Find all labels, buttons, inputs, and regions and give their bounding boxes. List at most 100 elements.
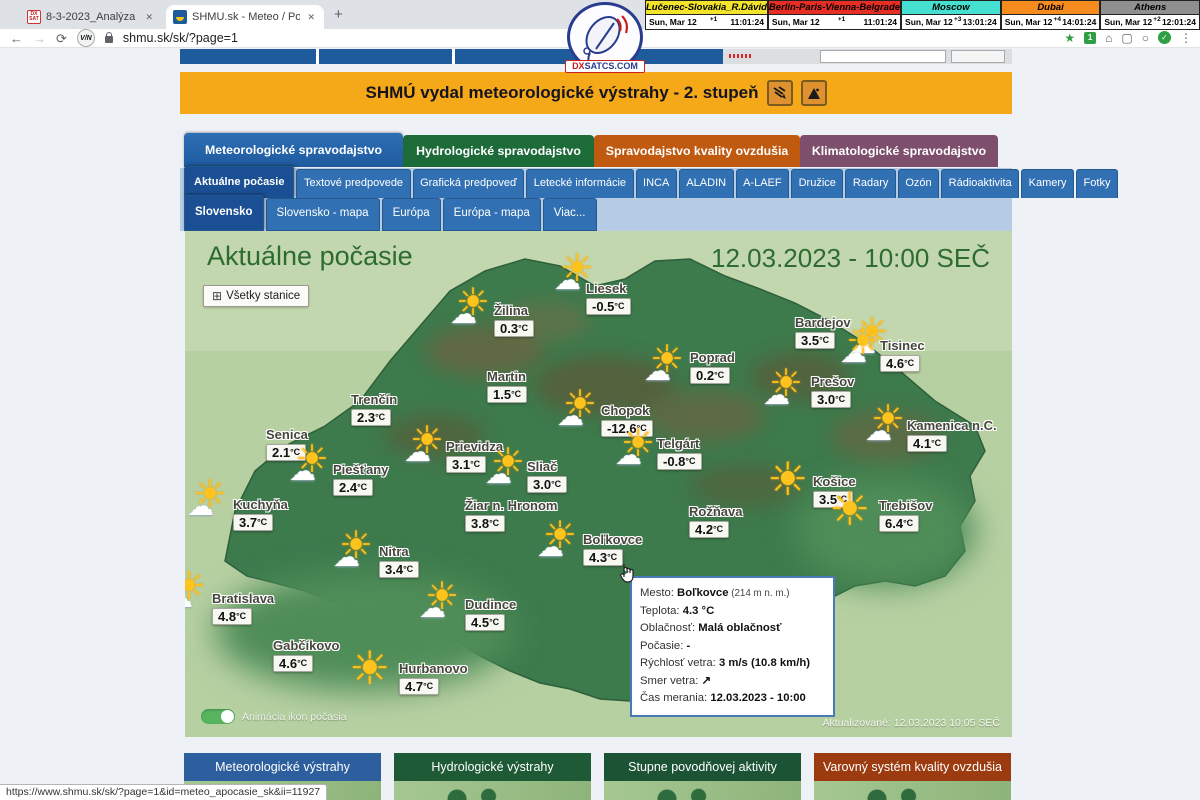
lock-icon[interactable] bbox=[105, 36, 113, 43]
sub-tab[interactable]: Letecké informácie bbox=[526, 169, 633, 198]
bottom-panel[interactable]: Stupne povodňovej aktivity bbox=[604, 753, 801, 800]
station-temperature[interactable]: 4.3°C bbox=[583, 549, 623, 566]
site-search-button[interactable] bbox=[951, 50, 1005, 63]
region-tab[interactable]: Európa - mapa bbox=[443, 198, 541, 231]
weather-station[interactable]: ☀☁Dudince4.5°C bbox=[465, 597, 516, 632]
station-temperature[interactable]: 4.2°C bbox=[689, 521, 729, 538]
temperature-unit: °C bbox=[903, 518, 913, 528]
station-temperature[interactable]: -0.8°C bbox=[657, 453, 702, 470]
url-text[interactable]: shmu.sk/sk/?page=1 bbox=[123, 31, 238, 45]
weather-station[interactable]: ☀☁Boľkovce4.3°C bbox=[583, 532, 642, 567]
sub-tab[interactable]: Družice bbox=[791, 169, 843, 198]
dxsatcs-wordmark: DXSATCS.COM bbox=[565, 60, 645, 73]
main-tab-meteorologické[interactable]: Meteorologické spravodajstvo bbox=[184, 133, 403, 167]
station-temperature[interactable]: 4.5°C bbox=[465, 614, 505, 631]
station-temperature[interactable]: 3.1°C bbox=[446, 456, 486, 473]
weather-station[interactable]: ☀☁Tisinec4.6°C bbox=[880, 338, 925, 373]
shield-check-icon[interactable]: ✓ bbox=[1158, 31, 1171, 44]
station-temperature[interactable]: 4.6°C bbox=[273, 655, 313, 672]
sub-tab[interactable]: Radary bbox=[845, 169, 895, 198]
station-temperature[interactable]: 0.2°C bbox=[690, 367, 730, 384]
weather-station[interactable]: ☀☁Kuchyňa3.7°C bbox=[233, 497, 288, 532]
station-temperature[interactable]: 4.7°C bbox=[399, 678, 439, 695]
sub-tab[interactable]: Ozón bbox=[898, 169, 939, 198]
station-temperature[interactable]: 4.6°C bbox=[880, 355, 920, 372]
station-temperature[interactable]: 4.8°C bbox=[212, 608, 252, 625]
weather-station[interactable]: ☀☁Kamenica n.C.4.1°C bbox=[907, 418, 997, 453]
weather-station[interactable]: ☀Hurbanovo4.7°C bbox=[399, 661, 468, 696]
region-tab[interactable]: Európa bbox=[382, 198, 441, 231]
extension-badge-icon[interactable]: 1 bbox=[1084, 32, 1096, 44]
bottom-panel[interactable]: Hydrologické výstrahy bbox=[394, 753, 591, 800]
bottom-panel-header[interactable]: Varovný systém kvality ovzdušia bbox=[814, 753, 1011, 781]
weather-station[interactable]: ☀Trebišov6.4°C bbox=[879, 498, 932, 533]
weather-station[interactable]: ☀☁Telgárt-0.8°C bbox=[657, 436, 702, 471]
station-temperature[interactable]: 0.3°C bbox=[494, 320, 534, 337]
station-temperature[interactable]: 3.8°C bbox=[465, 515, 505, 532]
station-temperature[interactable]: 3.4°C bbox=[379, 561, 419, 578]
sub-tab[interactable]: Rádioaktivita bbox=[941, 169, 1019, 198]
sub-tab[interactable]: Fotky bbox=[1076, 169, 1118, 198]
weather-station[interactable]: ☀☁Žilina0.3°C bbox=[494, 303, 534, 338]
weather-station[interactable]: ☀☁Piešťany2.4°C bbox=[333, 462, 388, 497]
sub-tab[interactable]: Aktuálne počasie bbox=[184, 166, 294, 198]
station-temperature[interactable]: 2.4°C bbox=[333, 479, 373, 496]
station-temperature[interactable]: 4.1°C bbox=[907, 435, 947, 452]
bookmark-star-icon[interactable]: ★ bbox=[1064, 32, 1075, 44]
all-stations-button[interactable]: ⊞ Všetky stanice bbox=[203, 285, 309, 307]
station-temperature[interactable]: 6.4°C bbox=[879, 515, 919, 532]
weather-station[interactable]: ☀☁Nitra3.4°C bbox=[379, 544, 419, 579]
circle-extension-icon[interactable]: ○ bbox=[1142, 32, 1149, 44]
animation-toggle[interactable]: Animácia ikon počasia bbox=[201, 709, 346, 724]
main-tab-klimatologické[interactable]: Klimatologické spravodajstvo bbox=[800, 135, 998, 167]
close-tab-icon[interactable]: ✕ bbox=[143, 12, 155, 23]
bottom-panel-header[interactable]: Meteorologické výstrahy bbox=[184, 753, 381, 781]
main-tab-hydrologické[interactable]: Hydrologické spravodajstvo bbox=[403, 135, 594, 167]
bottom-panel-header[interactable]: Hydrologické výstrahy bbox=[394, 753, 591, 781]
wind-warning-icon[interactable] bbox=[767, 80, 793, 106]
browser-tab-shmu[interactable]: SHMU.sk - Meteo / Počasie / Hydrol ✕ bbox=[166, 5, 324, 29]
weather-station[interactable]: ☀☁Liesek-0.5°C bbox=[586, 281, 631, 316]
station-temperature[interactable]: 2.3°C bbox=[351, 409, 391, 426]
station-temperature[interactable]: -0.5°C bbox=[586, 298, 631, 315]
main-tab-spravodajstvo[interactable]: Spravodajstvo kvality ovzdušia bbox=[594, 135, 800, 167]
weather-station[interactable]: Martin1.5°C bbox=[487, 369, 527, 404]
new-tab-button[interactable]: + bbox=[334, 6, 343, 23]
weather-station[interactable]: ☀☁Prešov3.0°C bbox=[811, 374, 854, 409]
forward-icon[interactable]: → bbox=[33, 32, 46, 45]
reload-icon[interactable]: ⟳ bbox=[56, 32, 67, 45]
station-temperature[interactable]: 3.5°C bbox=[795, 332, 835, 349]
station-temperature[interactable]: 3.7°C bbox=[233, 514, 273, 531]
weather-station[interactable]: ☀☁Bratislava4.8°C bbox=[212, 591, 274, 626]
station-temperature[interactable]: 3.0°C bbox=[811, 391, 851, 408]
region-tab[interactable]: Slovensko bbox=[184, 195, 264, 231]
weather-station[interactable]: ☀☁Sliač3.0°C bbox=[527, 459, 567, 494]
sub-tab[interactable]: Kamery bbox=[1021, 169, 1074, 198]
weather-map[interactable]: Aktuálne počasie 12.03.2023 - 10:00 SEČ … bbox=[185, 231, 1012, 737]
sub-tab[interactable]: ALADIN bbox=[679, 169, 734, 198]
bottom-panel-header[interactable]: Stupne povodňovej aktivity bbox=[604, 753, 801, 781]
site-search-input[interactable] bbox=[820, 50, 946, 63]
sub-tab[interactable]: Textové predpovede bbox=[296, 169, 410, 198]
sub-tab[interactable]: INCA bbox=[636, 169, 677, 198]
weather-station[interactable]: Trenčín2.3°C bbox=[351, 392, 397, 427]
sub-tab[interactable]: A-LAEF bbox=[736, 169, 790, 198]
weather-station[interactable]: Gabčíkovo4.6°C bbox=[273, 638, 339, 673]
sub-tab[interactable]: Grafická predpoveď bbox=[413, 169, 525, 198]
menu-icon[interactable]: ⋮ bbox=[1180, 32, 1192, 44]
station-temperature[interactable]: 1.5°C bbox=[487, 386, 527, 403]
browser-tab-analysis[interactable]: DXSAT 8-3-2023_Analýza a dokazovanie ac … bbox=[20, 5, 162, 29]
region-tab[interactable]: Viac... bbox=[543, 198, 597, 231]
back-icon[interactable]: ← bbox=[10, 32, 23, 45]
bottom-panel[interactable]: Varovný systém kvality ovzdušia bbox=[814, 753, 1011, 800]
region-tab[interactable]: Slovensko - mapa bbox=[266, 198, 380, 231]
home-icon[interactable]: ⌂ bbox=[1105, 32, 1112, 44]
station-temperature[interactable]: 3.0°C bbox=[527, 476, 567, 493]
weather-station[interactable]: Rožňava4.2°C bbox=[689, 504, 742, 539]
vpn-badge[interactable]: V/N bbox=[77, 29, 95, 47]
weather-station[interactable]: ☀☁Poprad0.2°C bbox=[690, 350, 735, 385]
avalanche-warning-icon[interactable] bbox=[801, 80, 827, 106]
screenshot-icon[interactable]: ▢ bbox=[1121, 32, 1132, 44]
toggle-switch-icon[interactable] bbox=[201, 709, 235, 724]
close-tab-icon[interactable]: ✕ bbox=[305, 12, 317, 23]
